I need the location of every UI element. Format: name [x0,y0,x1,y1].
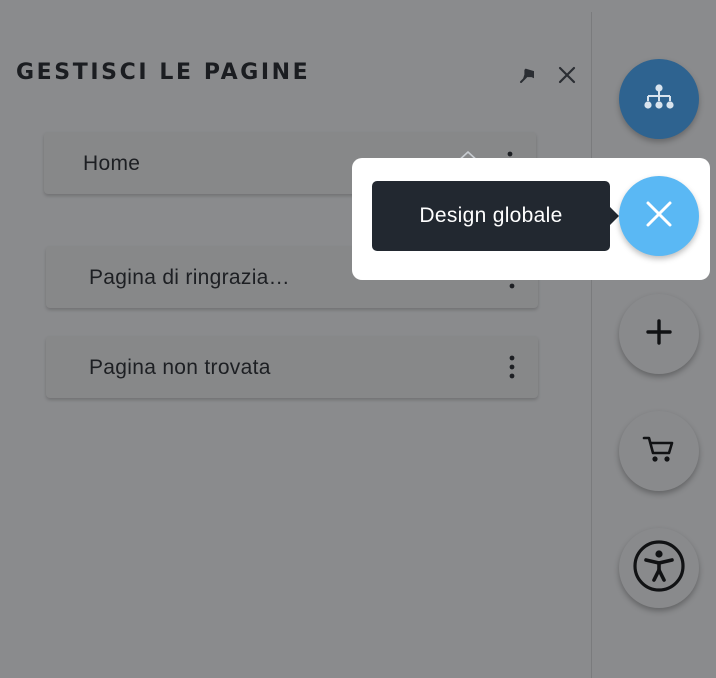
plus-icon [645,318,673,351]
accessibility-button[interactable] [619,528,699,608]
pin-icon[interactable] [518,65,538,85]
page-item-label: Home [83,152,141,175]
tooltip-label: Design globale [419,204,563,227]
accessibility-icon [632,539,686,598]
sitemap-button[interactable] [619,59,699,139]
add-button[interactable] [619,294,699,374]
design-tooltip: Design globale [372,181,610,251]
page-item-not-found[interactable]: Pagina non trovata [46,336,538,398]
page-item-label: Pagina non trovata [89,356,271,379]
store-button[interactable] [619,411,699,491]
panel-title: GESTISCI LE PAGINE [16,60,311,85]
manage-pages-panel: GESTISCI LE PAGINE Home Pagina di ringra… [0,0,591,678]
page-options-icon[interactable] [504,354,520,380]
close-x-icon [644,199,674,234]
tooltip-arrow [610,207,619,225]
page-item-label: Pagina di ringrazia… [89,266,290,289]
cart-icon [642,434,676,469]
global-design-button[interactable] [619,176,699,256]
close-icon[interactable] [557,65,577,85]
sitemap-icon [642,83,676,116]
